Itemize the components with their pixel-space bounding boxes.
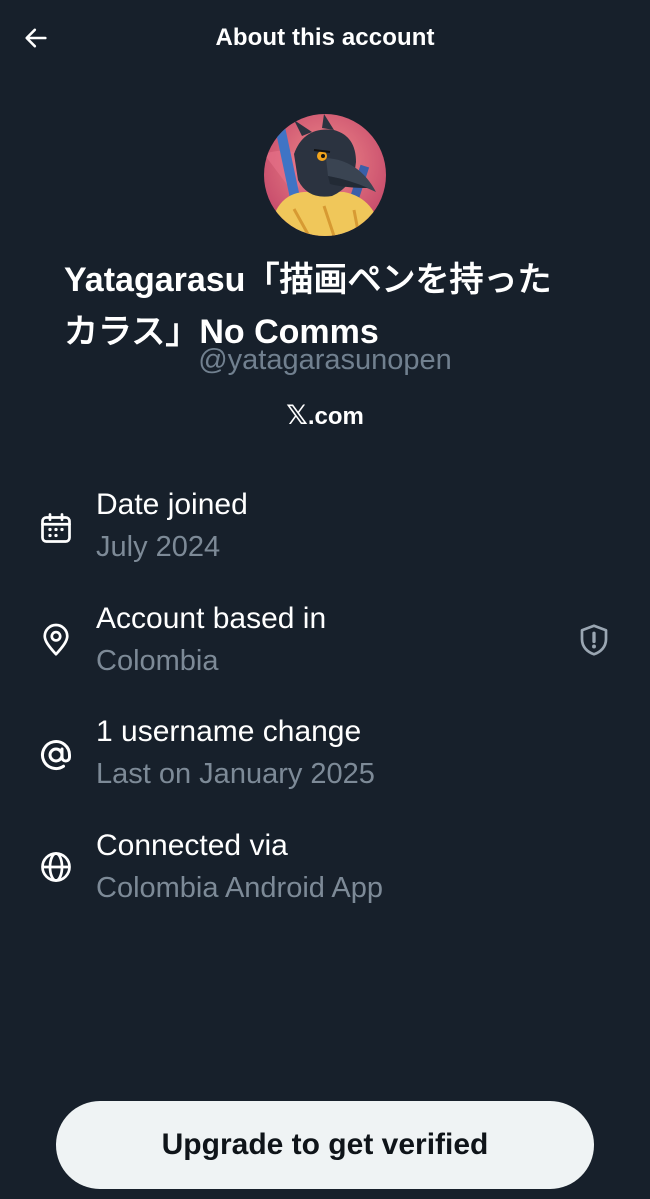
site-suffix: .com — [307, 403, 364, 430]
info-subtitle: Colombia Android App — [96, 872, 383, 904]
info-subtitle: July 2024 — [96, 531, 221, 563]
info-title: Connected via — [96, 829, 288, 862]
shield-alert-icon[interactable] — [576, 622, 612, 658]
info-row-date-joined: Date joined July 2024 — [0, 488, 650, 584]
info-row-connected-via: Connected via Colombia Android App — [0, 829, 650, 925]
avatar[interactable] — [264, 114, 386, 236]
display-name: Yatagarasu「描画ペンを持った カラス」No Comms — [64, 261, 552, 351]
user-handle: @yatagarasunopen — [198, 344, 452, 376]
info-row-account-based-in: Account based in Colombia — [0, 602, 650, 698]
crow-avatar-image — [264, 114, 386, 236]
page-title: About this account — [215, 24, 435, 51]
globe-icon — [41, 852, 71, 882]
at-sign-icon — [41, 740, 71, 770]
info-subtitle: Colombia — [96, 645, 219, 677]
upgrade-verified-button[interactable]: Upgrade to get verified — [56, 1101, 594, 1189]
info-subtitle: Last on January 2025 — [96, 758, 375, 790]
info-title: Account based in — [96, 602, 327, 635]
info-title: 1 username change — [96, 715, 362, 748]
info-title: Date joined — [96, 488, 248, 521]
calendar-icon — [41, 513, 71, 543]
info-row-username-change: 1 username change Last on January 2025 — [0, 715, 650, 811]
x-logo-icon: 𝕏 — [286, 400, 308, 431]
site-label: 𝕏.com — [0, 400, 650, 431]
location-pin-icon — [43, 623, 69, 656]
top-bar: About this account — [0, 0, 650, 78]
